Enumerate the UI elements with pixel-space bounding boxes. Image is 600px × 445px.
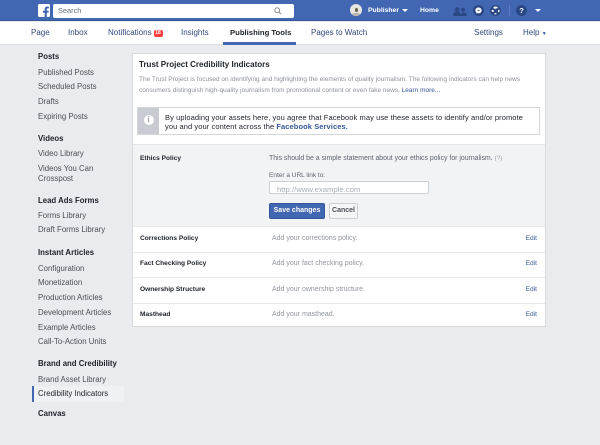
svg-text:?: ? <box>519 6 524 15</box>
